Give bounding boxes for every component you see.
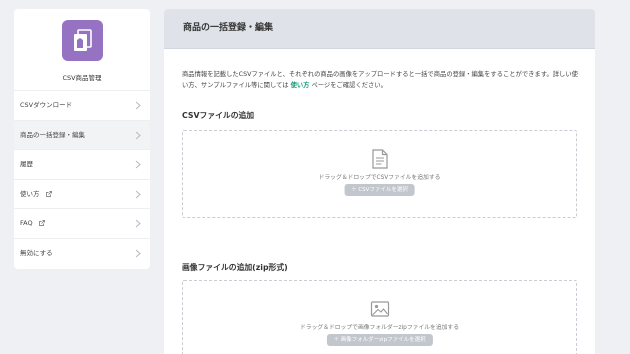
select-image-zip-label: 画像フォルダーzipファイルを選択 [340, 337, 426, 343]
csv-dropzone[interactable]: ドラッグ＆ドロップでCSVファイルを追加する ＋ CSVファイルを選択 [182, 130, 577, 218]
sidebar-nav: CSVダウンロード 商品の一括登録・編集 履歴 使い方 FAQ 無効にする [14, 91, 150, 268]
select-csv-button[interactable]: ＋ CSVファイルを選択 [344, 184, 415, 196]
chevron-right-icon [135, 131, 141, 139]
document-icon [371, 149, 388, 169]
select-image-zip-button[interactable]: ＋ 画像フォルダーzipファイルを選択 [326, 334, 433, 346]
how-to-use-link[interactable]: 使い方 [291, 82, 310, 89]
sidebar-item-label: 商品の一括登録・編集 [20, 130, 85, 139]
sidebar-item-label: 履歴 [20, 160, 33, 168]
chevron-right-icon [135, 190, 141, 198]
chevron-right-icon [135, 160, 141, 169]
app-header: CSV商品管理 [14, 9, 150, 91]
sidebar-item-label: FAQ [20, 219, 33, 227]
page-description: 商品情報を記載したCSVファイルと、それぞれの商品の画像をアップロードすると一括… [182, 69, 582, 91]
chevron-right-icon [135, 101, 141, 110]
sidebar-item-label: 無効にする [20, 248, 53, 257]
sidebar-item-history[interactable]: 履歴 [14, 150, 150, 180]
app-name: CSV商品管理 [62, 74, 102, 82]
sidebar: CSV商品管理 CSVダウンロード 商品の一括登録・編集 履歴 使い方 FAQ … [14, 9, 150, 269]
sidebar-item-faq[interactable]: FAQ [14, 209, 150, 239]
external-link-icon [45, 190, 52, 197]
sidebar-item-label: CSVダウンロード [20, 101, 73, 109]
csv-section-title: CSVファイルの追加 [182, 111, 255, 120]
chevron-right-icon [135, 219, 141, 228]
sidebar-item-csv-download[interactable]: CSVダウンロード [14, 91, 150, 121]
csv-product-icon [62, 20, 103, 61]
image-drop-text: ドラッグ＆ドロップで画像フォルダーzipファイルを追加する [299, 325, 460, 331]
sidebar-item-how-to-use[interactable]: 使い方 [14, 180, 150, 209]
image-dropzone[interactable]: ドラッグ＆ドロップで画像フォルダーzipファイルを追加する ＋ 画像フォルダーz… [182, 280, 577, 354]
page-title: 商品の一括登録・編集 [164, 9, 595, 49]
csv-drop-text: ドラッグ＆ドロップでCSVファイルを追加する [318, 175, 441, 181]
sidebar-item-bulk-edit[interactable]: 商品の一括登録・編集 [14, 120, 150, 150]
external-link-icon [38, 220, 45, 226]
image-section-title: 画像ファイルの追加(zip形式) [182, 263, 288, 272]
description-text-end: ページをご確認ください。 [311, 82, 387, 89]
select-csv-label: CSVファイルを選択 [358, 187, 408, 193]
main-panel: 商品の一括登録・編集 商品情報を記載したCSVファイルと、それぞれの商品の画像を… [164, 9, 595, 354]
sidebar-item-label: 使い方 [20, 189, 40, 198]
sidebar-item-disable[interactable]: 無効にする [14, 239, 150, 269]
image-icon [370, 301, 389, 317]
chevron-right-icon [135, 249, 141, 257]
